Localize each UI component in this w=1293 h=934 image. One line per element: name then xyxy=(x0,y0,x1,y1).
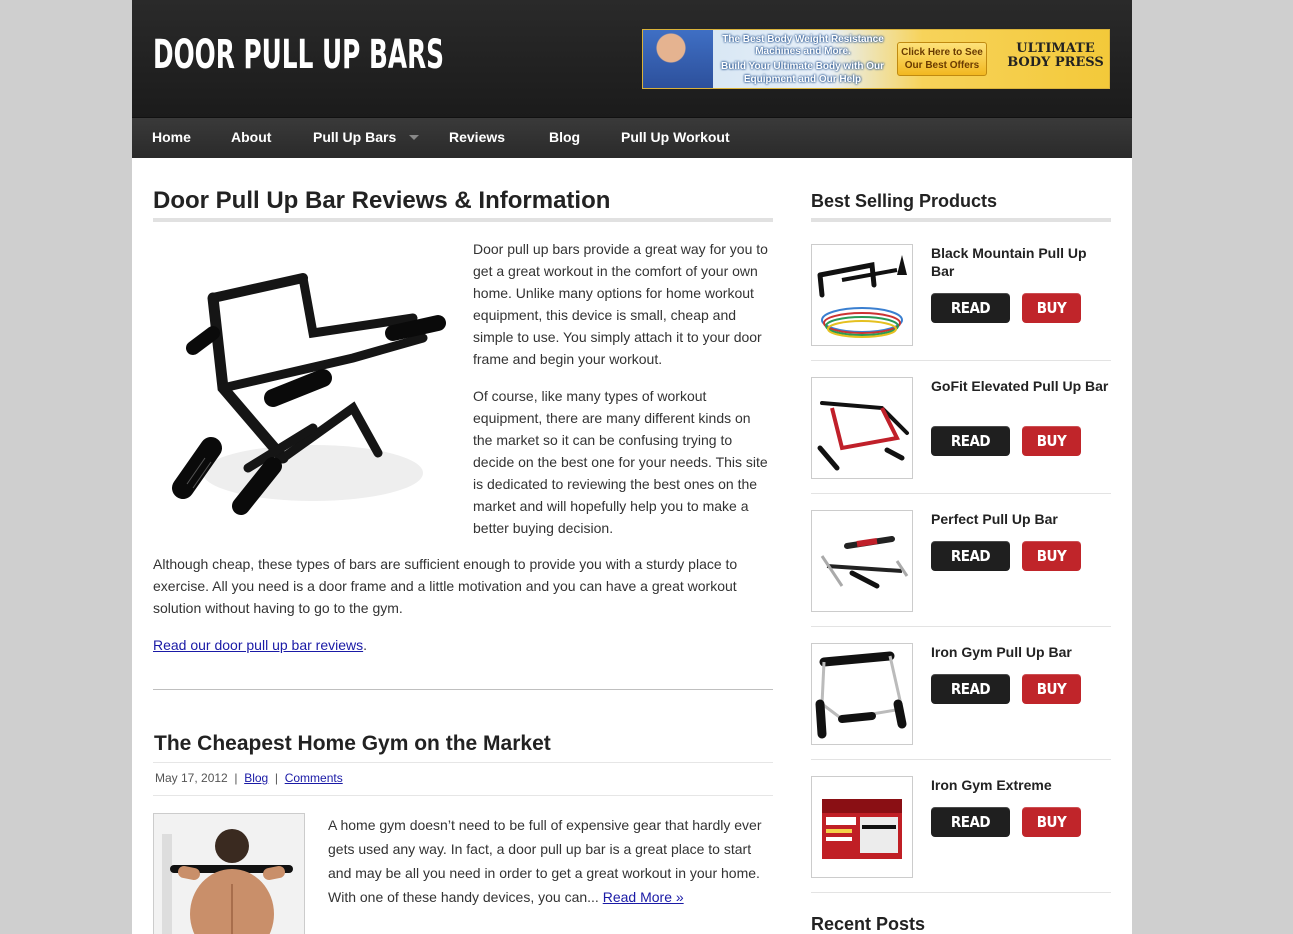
post-meta: May 17, 2012 | Blog | Comments xyxy=(155,771,343,785)
pull-up-bar-image xyxy=(153,238,453,538)
post-comments-link[interactable]: Comments xyxy=(285,771,343,785)
read-review-button[interactable]: READ REVIEW xyxy=(931,807,1010,861)
intro-paragraph-2: Of course, like many types of workout eq… xyxy=(473,388,768,536)
product-divider xyxy=(811,626,1111,627)
post-title-underline xyxy=(153,762,773,763)
product-divider xyxy=(811,493,1111,494)
chevron-down-icon[interactable] xyxy=(409,135,419,140)
product-item: Iron Gym Extreme READ REVIEW BUY NOW xyxy=(811,776,1111,909)
product-thumbnail[interactable] xyxy=(811,377,913,479)
buy-now-button[interactable]: BUY NOW xyxy=(1022,807,1081,861)
banner-cta-button[interactable]: Click Here to See Our Best Offers xyxy=(897,42,987,76)
banner-man-image xyxy=(643,30,713,88)
read-more-link[interactable]: Read More » xyxy=(603,889,684,905)
product-divider xyxy=(811,892,1111,893)
sidebar-title-underline xyxy=(811,218,1111,222)
product-divider xyxy=(811,759,1111,760)
product-name[interactable]: GoFit Elevated Pull Up Bar xyxy=(931,377,1111,395)
nav-pull-up-bars[interactable]: Pull Up Bars xyxy=(313,129,396,145)
post-date: May 17, 2012 xyxy=(155,771,228,785)
post-excerpt-text: A home gym doesn’t need to be full of ex… xyxy=(328,817,762,905)
page-title: Door Pull Up Bar Reviews & Information xyxy=(153,187,611,214)
product-name[interactable]: Iron Gym Extreme xyxy=(931,776,1111,794)
intro-paragraph-3: Although cheap, these types of bars are … xyxy=(153,556,738,616)
buy-now-button[interactable]: BUY NOW xyxy=(1022,293,1081,347)
banner-headline: The Best Body Weight Resistance Machines… xyxy=(722,34,884,57)
page-wrapper: DOOR PULL UP BARS The Best Body Weight R… xyxy=(132,0,1132,934)
product-thumbnail[interactable] xyxy=(811,510,913,612)
nav-blog[interactable]: Blog xyxy=(549,129,580,145)
post-thumbnail[interactable] xyxy=(153,813,305,934)
nav-about[interactable]: About xyxy=(231,129,271,145)
banner-subline: Build Your Ultimate Body with Our Equipm… xyxy=(721,61,884,85)
site-title[interactable]: DOOR PULL UP BARS xyxy=(153,32,444,78)
recent-posts-title: Recent Posts xyxy=(811,914,926,934)
reviews-link-tail: . xyxy=(363,637,368,653)
product-item: Perfect Pull Up Bar READ REVIEW BUY NOW xyxy=(811,510,1111,643)
best-selling-title: Best Selling Products xyxy=(811,191,998,211)
product-thumbnail[interactable] xyxy=(811,244,913,346)
read-review-button[interactable]: READ REVIEW xyxy=(931,426,1010,480)
title-underline xyxy=(153,218,773,222)
product-divider xyxy=(811,360,1111,361)
product-name[interactable]: Iron Gym Pull Up Bar xyxy=(931,643,1111,661)
nav-reviews[interactable]: Reviews xyxy=(449,129,505,145)
reviews-link-paragraph: Read our door pull up bar reviews. xyxy=(153,634,773,656)
meta-separator: | xyxy=(274,771,279,785)
buy-now-button[interactable]: BUY NOW xyxy=(1022,541,1081,595)
product-thumbnail[interactable] xyxy=(811,643,913,745)
product-thumbnail[interactable] xyxy=(811,776,913,878)
product-item: GoFit Elevated Pull Up Bar READ REVIEW B… xyxy=(811,377,1111,510)
section-divider xyxy=(153,689,773,690)
ad-banner[interactable]: The Best Body Weight Resistance Machines… xyxy=(642,29,1110,89)
post-title[interactable]: The Cheapest Home Gym on the Market xyxy=(154,732,551,756)
read-review-button[interactable]: READ REVIEW xyxy=(931,293,1010,347)
read-review-button[interactable]: READ REVIEW xyxy=(931,541,1010,595)
intro-paragraph-1: Door pull up bars provide a great way fo… xyxy=(473,241,768,367)
post-category-link[interactable]: Blog xyxy=(244,771,268,785)
product-item: Iron Gym Pull Up Bar READ REVIEW BUY NOW xyxy=(811,643,1111,776)
banner-brand-logo: ULTIMATE BODY PRESS xyxy=(1007,41,1104,70)
reviews-link[interactable]: Read our door pull up bar reviews xyxy=(153,637,363,653)
buy-now-button[interactable]: BUY NOW xyxy=(1022,674,1081,728)
post-meta-underline xyxy=(153,795,773,796)
product-name[interactable]: Perfect Pull Up Bar xyxy=(931,510,1111,528)
product-item: Black Mountain Pull Up Bar READ REVIEW B… xyxy=(811,244,1111,377)
nav-pull-up-workout[interactable]: Pull Up Workout xyxy=(621,129,730,145)
site-header: DOOR PULL UP BARS The Best Body Weight R… xyxy=(132,0,1132,117)
read-review-button[interactable]: READ REVIEW xyxy=(931,674,1010,728)
post-excerpt: A home gym doesn’t need to be full of ex… xyxy=(328,813,773,909)
meta-separator: | xyxy=(234,771,238,785)
main-nav: Home About Pull Up Bars Reviews Blog Pul… xyxy=(132,117,1132,158)
buy-now-button[interactable]: BUY NOW xyxy=(1022,426,1081,480)
product-name[interactable]: Black Mountain Pull Up Bar xyxy=(931,244,1111,280)
nav-home[interactable]: Home xyxy=(152,129,191,145)
